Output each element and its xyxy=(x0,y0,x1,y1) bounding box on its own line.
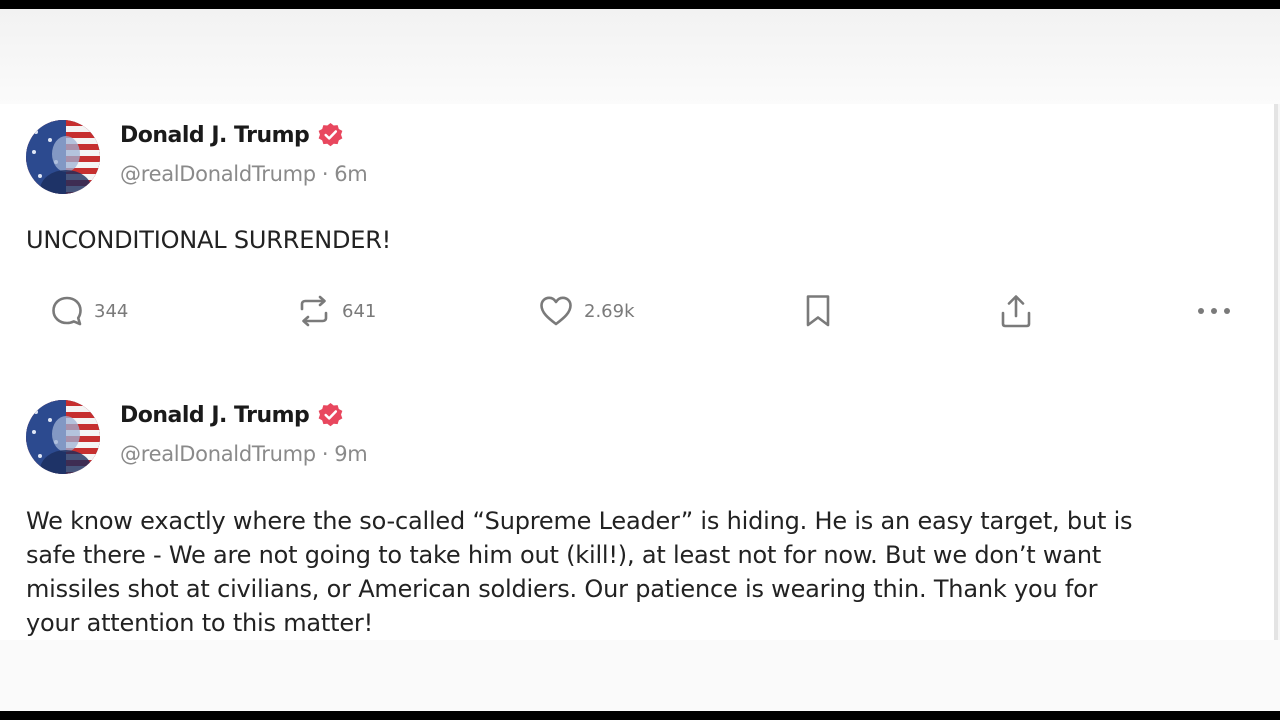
repost-button[interactable]: 641 xyxy=(296,291,376,331)
post-text: UNCONDITIONAL SURRENDER! xyxy=(26,226,392,254)
handle-row: @realDonaldTrump · 9m xyxy=(120,442,368,466)
heart-icon xyxy=(540,296,572,326)
separator-dot: · xyxy=(321,162,329,186)
avatar[interactable] xyxy=(26,120,100,194)
verified-badge-icon xyxy=(318,402,343,426)
repost-count: 641 xyxy=(342,300,377,322)
screen: Donald J. Trump @realDonaldTrump · 6m UN… xyxy=(0,0,1280,720)
handle-row: @realDonaldTrump · 6m xyxy=(120,162,368,186)
feed-card: Donald J. Trump @realDonaldTrump · 6m UN… xyxy=(0,104,1278,640)
bookmark-button[interactable] xyxy=(803,291,833,331)
post-actions: 344 641 2.69k xyxy=(0,291,1274,331)
avatar-flag-portrait-icon xyxy=(26,120,100,194)
like-button[interactable]: 2.69k xyxy=(538,291,635,331)
author-row: Donald J. Trump xyxy=(120,400,344,430)
reply-count: 344 xyxy=(94,300,129,322)
faded-background-top xyxy=(0,9,1280,104)
post-text: We know exactly where the so-called “Sup… xyxy=(26,504,1133,640)
post-text-line: missiles shot at civilians, or American … xyxy=(26,575,1098,603)
faded-background-bottom xyxy=(0,640,1280,711)
reply-button[interactable]: 344 xyxy=(50,291,128,331)
more-dots-icon xyxy=(1198,308,1230,314)
avatar-flag-portrait-icon xyxy=(26,400,100,474)
repost-arrows-icon xyxy=(300,295,328,327)
post-time[interactable]: 6m xyxy=(334,162,368,186)
author-row: Donald J. Trump xyxy=(120,120,344,150)
verified-badge-icon xyxy=(318,122,343,146)
bookmark-icon xyxy=(806,295,830,327)
display-name[interactable]: Donald J. Trump xyxy=(120,123,310,148)
separator-dot: · xyxy=(321,442,329,466)
letterbox-bottom xyxy=(0,711,1280,720)
post-text-line: We know exactly where the so-called “Sup… xyxy=(26,507,1133,535)
post-text-line: your attention to this matter! xyxy=(26,609,374,637)
post-text-line: safe there - We are not going to take hi… xyxy=(26,541,1102,569)
display-name[interactable]: Donald J. Trump xyxy=(120,403,310,428)
more-button[interactable] xyxy=(1196,291,1232,331)
like-count: 2.69k xyxy=(584,300,635,322)
post-time[interactable]: 9m xyxy=(334,442,368,466)
reply-bubble-icon xyxy=(52,296,82,326)
avatar[interactable] xyxy=(26,400,100,474)
share-button[interactable] xyxy=(999,291,1033,331)
handle[interactable]: @realDonaldTrump xyxy=(120,162,316,186)
letterbox-top xyxy=(0,0,1280,9)
share-upload-icon xyxy=(1001,295,1031,328)
handle[interactable]: @realDonaldTrump xyxy=(120,442,316,466)
